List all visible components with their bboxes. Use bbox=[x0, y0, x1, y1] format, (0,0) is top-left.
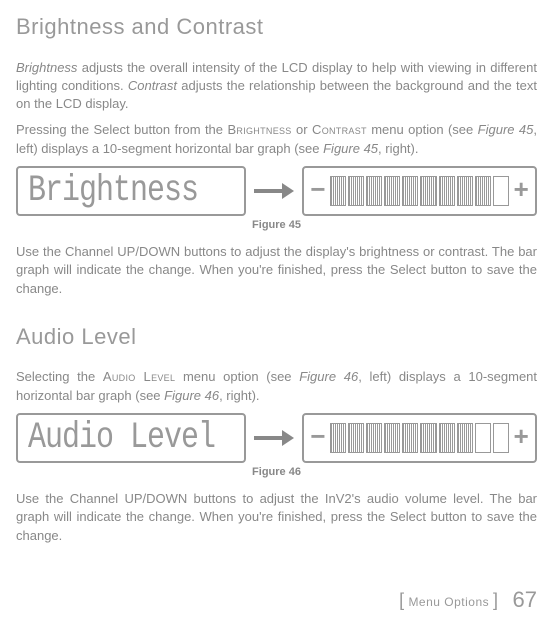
arrow-icon bbox=[254, 429, 294, 447]
lcd-text-brightness: Brightness bbox=[28, 164, 198, 217]
ref-figure45a: Figure 45 bbox=[478, 122, 534, 137]
text: menu option (see bbox=[175, 369, 299, 384]
plus-icon: + bbox=[513, 178, 529, 204]
heading-audio-level: Audio Level bbox=[16, 322, 537, 353]
bar-segment bbox=[475, 423, 491, 453]
menu-brightness: Brightness bbox=[227, 122, 291, 137]
bar-segment bbox=[475, 176, 491, 206]
bar-segment bbox=[348, 423, 364, 453]
bar-segment bbox=[457, 176, 473, 206]
bar-segment bbox=[366, 176, 382, 206]
figure-45: Brightness − + bbox=[16, 166, 537, 216]
para-audio-intro: Selecting the Audio Level menu option (s… bbox=[16, 368, 537, 404]
term-contrast: Contrast bbox=[128, 78, 177, 93]
footer-section: [ Menu Options ] bbox=[399, 588, 498, 613]
bracket-right-icon: ] bbox=[493, 590, 499, 610]
text: Selecting the bbox=[16, 369, 103, 384]
ref-figure45b: Figure 45 bbox=[323, 141, 378, 156]
caption-figure46: Figure 46 bbox=[16, 465, 537, 480]
text: , right). bbox=[219, 388, 259, 403]
text: Pressing the Select button from the bbox=[16, 122, 227, 137]
menu-contrast: Contrast bbox=[312, 122, 367, 137]
plus-icon: + bbox=[513, 425, 529, 451]
para-brightness-intro: Brightness adjusts the overall intensity… bbox=[16, 59, 537, 114]
bar-segment bbox=[330, 423, 346, 453]
page-number: 67 bbox=[513, 585, 537, 616]
bar-segment bbox=[330, 176, 346, 206]
bargraph-brightness: − + bbox=[302, 166, 537, 216]
ref-figure46b: Figure 46 bbox=[164, 388, 219, 403]
bar-segment bbox=[402, 423, 418, 453]
minus-icon: − bbox=[310, 425, 326, 451]
heading-brightness-contrast: Brightness and Contrast bbox=[16, 12, 537, 43]
bar-segment bbox=[457, 423, 473, 453]
segments bbox=[330, 423, 510, 453]
ref-figure46a: Figure 46 bbox=[299, 369, 358, 384]
bar-segment bbox=[402, 176, 418, 206]
para-brightness-select: Pressing the Select button from the Brig… bbox=[16, 121, 537, 157]
text: menu option (see bbox=[367, 122, 478, 137]
page-footer: [ Menu Options ] 67 bbox=[16, 585, 537, 616]
segments bbox=[330, 176, 510, 206]
text: or bbox=[292, 122, 312, 137]
term-brightness: Brightness bbox=[16, 60, 77, 75]
bar-segment bbox=[493, 176, 509, 206]
bar-segment bbox=[493, 423, 509, 453]
bar-segment bbox=[439, 176, 455, 206]
bar-segment bbox=[384, 423, 400, 453]
lcd-display-audio: Audio Level bbox=[16, 413, 246, 463]
bar-segment bbox=[384, 176, 400, 206]
bargraph-audio: − + bbox=[302, 413, 537, 463]
arrow-icon bbox=[254, 182, 294, 200]
bar-segment bbox=[439, 423, 455, 453]
lcd-text-audio: Audio Level bbox=[28, 412, 215, 465]
bar-segment bbox=[420, 176, 436, 206]
bar-segment bbox=[366, 423, 382, 453]
footer-section-label: Menu Options bbox=[408, 595, 489, 609]
bar-segment bbox=[420, 423, 436, 453]
text: , right). bbox=[378, 141, 418, 156]
para-brightness-adjust: Use the Channel UP/DOWN buttons to adjus… bbox=[16, 243, 537, 298]
para-audio-adjust: Use the Channel UP/DOWN buttons to adjus… bbox=[16, 490, 537, 545]
bracket-left-icon: [ bbox=[399, 590, 405, 610]
minus-icon: − bbox=[310, 178, 326, 204]
menu-audio-level: Audio Level bbox=[103, 369, 175, 384]
bar-segment bbox=[348, 176, 364, 206]
caption-figure45: Figure 45 bbox=[16, 218, 537, 233]
figure-46: Audio Level − + bbox=[16, 413, 537, 463]
lcd-display-brightness: Brightness bbox=[16, 166, 246, 216]
